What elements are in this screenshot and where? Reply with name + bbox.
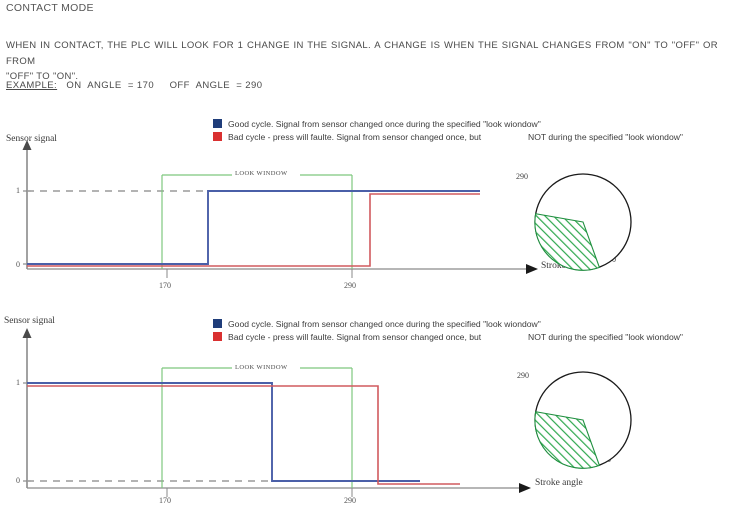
chart1-canvas — [22, 140, 632, 278]
chart-rising-signal: Good cycle. Signal from sensor changed o… — [0, 119, 743, 290]
look-window-box — [161, 174, 353, 269]
axis-lines — [22, 328, 531, 493]
chart2-canvas — [22, 328, 632, 497]
axis-ticks — [23, 382, 353, 497]
series-bad-cycle — [27, 385, 460, 485]
axis-ticks — [23, 190, 353, 278]
reference-dashed-lines — [27, 190, 210, 265]
pie-chart-1 — [534, 173, 632, 271]
legend-swatch-good-icon — [213, 119, 222, 128]
page-title: CONTACT MODE — [6, 2, 94, 14]
series-bad-cycle — [27, 193, 480, 267]
description-paragraph: WHEN IN CONTACT, THE PLC WILL LOOK FOR 1… — [6, 38, 718, 85]
series-good-cycle — [27, 382, 420, 482]
pie-chart-2 — [534, 371, 632, 469]
contact-mode-page: CONTACT MODE WHEN IN CONTACT, THE PLC WI… — [0, 0, 743, 508]
chart-falling-signal: Good cycle. Signal from sensor changed o… — [0, 310, 743, 505]
example-line: EXAMPLE: ON ANGLE = 170 OFF ANGLE = 290 — [6, 80, 263, 91]
example-label: EXAMPLE: — [6, 80, 58, 91]
example-values: ON ANGLE = 170 OFF ANGLE = 290 — [57, 80, 263, 91]
series-good-cycle — [27, 190, 480, 265]
description-line-1: WHEN IN CONTACT, THE PLC WILL LOOK FOR 1… — [6, 40, 718, 67]
axis-lines — [22, 140, 538, 274]
legend-label-good: Good cycle. Signal from sensor changed o… — [228, 119, 541, 129]
